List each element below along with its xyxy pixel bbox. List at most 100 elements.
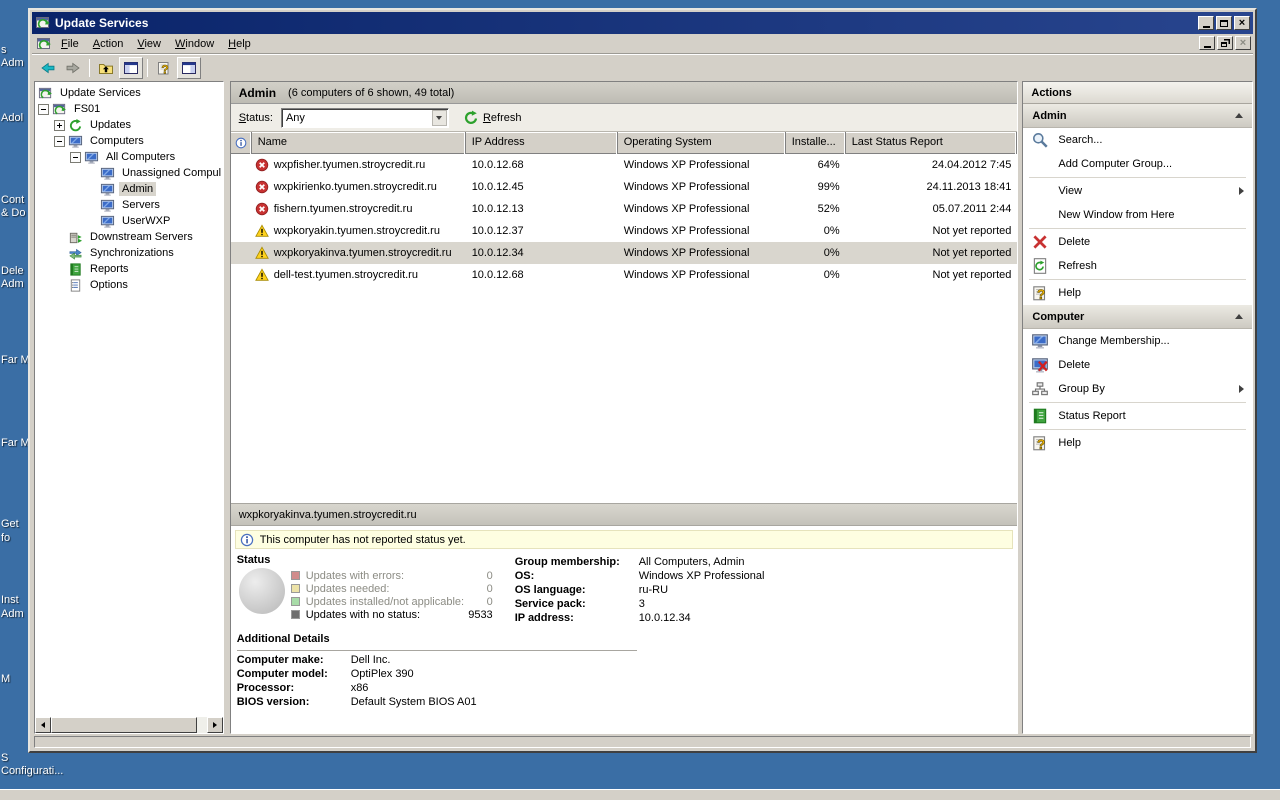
desktop-icon-label[interactable]: Configurati...	[1, 765, 63, 777]
table-row[interactable]: wxpfisher.tyumen.stroycredit.ru 10.0.12.…	[231, 154, 1018, 176]
tree-item-computers[interactable]: Computers	[35, 133, 223, 149]
menu-view[interactable]: View	[130, 35, 168, 53]
actions-group-admin[interactable]: Admin	[1023, 104, 1252, 128]
action-group-by[interactable]: Group By	[1023, 377, 1252, 401]
minimize-button[interactable]	[1198, 16, 1214, 30]
desktop-icon-label[interactable]: Far M	[1, 437, 30, 449]
tree-item-fs01[interactable]: FS01	[35, 101, 223, 117]
desktop-icon-label[interactable]: Far M	[1, 354, 30, 366]
column-status[interactable]	[231, 132, 252, 154]
detail-computer-name: wxpkoryakinva.tyumen.stroycredit.ru	[231, 504, 1018, 526]
show-console-tree-button[interactable]	[119, 57, 143, 79]
action-new-window[interactable]: New Window from Here	[1023, 203, 1252, 227]
os-language-value: ru-RU	[639, 584, 668, 596]
tree-item-unassigned-computers[interactable]: Unassigned Compul	[35, 165, 223, 181]
collapse-expander-icon[interactable]	[54, 136, 65, 147]
table-row[interactable]: wxpkirienko.tyumen.stroycredit.ru 10.0.1…	[231, 176, 1018, 198]
desktop-icon-label[interactable]: s	[1, 44, 7, 56]
table-row[interactable]: wxpkoryakin.tyumen.stroycredit.ru 10.0.1…	[231, 220, 1018, 242]
desktop-icon-label[interactable]: Adol	[1, 112, 23, 124]
table-row[interactable]: dell-test.tyumen.stroycredit.ru 10.0.12.…	[231, 264, 1018, 286]
tree-item-downstream-servers[interactable]: Downstream Servers	[35, 229, 223, 245]
up-one-level-button[interactable]	[94, 57, 118, 79]
menu-file[interactable]: File	[54, 35, 86, 53]
column-name[interactable]: Name	[252, 132, 466, 154]
forward-button[interactable]	[61, 57, 85, 79]
child-close-button[interactable]: ×	[1235, 36, 1251, 50]
taskbar[interactable]	[0, 789, 1280, 800]
desktop-icon-label[interactable]: Adm	[1, 278, 24, 290]
action-add-computer-group[interactable]: Add Computer Group...	[1023, 152, 1252, 176]
desktop-icon-label[interactable]: & Do	[1, 207, 25, 219]
title-bar[interactable]: Update Services ×	[32, 12, 1253, 34]
table-row-selected[interactable]: wxpkoryakinva.tyumen.stroycredit.ru 10.0…	[231, 242, 1018, 264]
legend-updates-needed: Updates needed: 0	[291, 582, 493, 595]
status-filter-dropdown[interactable]: Any	[281, 108, 449, 128]
scrollbar-thumb[interactable]	[51, 717, 197, 733]
table-row[interactable]: fishern.tyumen.stroycredit.ru 10.0.12.13…	[231, 198, 1018, 220]
menu-help[interactable]: Help	[221, 35, 258, 53]
column-operating-system[interactable]: Operating System	[618, 132, 786, 154]
help-button[interactable]	[152, 57, 176, 79]
show-action-pane-button[interactable]	[177, 57, 201, 79]
desktop-icon-label[interactable]: M	[1, 673, 10, 685]
desktop-icon-label[interactable]: Inst	[1, 594, 19, 606]
column-last-status-report[interactable]: Last Status Report	[846, 132, 1018, 154]
action-refresh[interactable]: Refresh	[1023, 254, 1252, 278]
refresh-page-icon	[1031, 257, 1049, 275]
desktop-icon-label[interactable]: Adm	[1, 608, 24, 620]
action-delete-computer[interactable]: Delete	[1023, 353, 1252, 377]
desktop-icon-label[interactable]: fo	[1, 532, 10, 544]
action-delete-group[interactable]: Delete	[1023, 230, 1252, 254]
collapse-section-icon[interactable]	[1235, 314, 1243, 319]
collapse-expander-icon[interactable]	[70, 152, 81, 163]
tree-item-update-services[interactable]: Update Services	[35, 85, 223, 101]
action-help-computer[interactable]: Help	[1023, 431, 1252, 455]
maximize-button[interactable]	[1216, 16, 1232, 30]
child-restore-button[interactable]	[1217, 36, 1233, 50]
expand-expander-icon[interactable]	[54, 120, 65, 131]
tree-item-servers[interactable]: Servers	[35, 197, 223, 213]
action-view[interactable]: View	[1023, 179, 1252, 203]
child-minimize-button[interactable]	[1199, 36, 1215, 50]
desktop-icon-label[interactable]: S	[1, 752, 8, 764]
scroll-left-icon[interactable]	[35, 717, 51, 733]
tree-item-admin[interactable]: Admin	[35, 181, 223, 197]
desktop-icon-label[interactable]: Cont	[1, 194, 24, 206]
tree-item-options[interactable]: Options	[35, 277, 223, 293]
action-status-report[interactable]: Status Report	[1023, 404, 1252, 428]
tree-item-synchronizations[interactable]: Synchronizations	[35, 245, 223, 261]
tree-item-updates[interactable]: Updates	[35, 117, 223, 133]
collapse-section-icon[interactable]	[1235, 113, 1243, 118]
refresh-button[interactable]: Refresh	[463, 110, 522, 126]
tree-horizontal-scrollbar[interactable]	[35, 717, 223, 733]
computer-model-value: OptiPlex 390	[351, 668, 414, 680]
close-button[interactable]: ×	[1234, 16, 1250, 30]
tree-item-userwxp[interactable]: UserWXP	[35, 213, 223, 229]
menu-action[interactable]: Action	[86, 35, 131, 53]
child-window-icon[interactable]	[36, 36, 52, 52]
service-pack-value: 3	[639, 598, 645, 610]
actions-pane: Actions Admin Search... Add Computer Gro…	[1022, 81, 1253, 734]
back-button[interactable]	[36, 57, 60, 79]
menu-bar: File Action View Window Help ×	[32, 34, 1253, 55]
info-icon	[235, 137, 247, 149]
desktop-icon-label[interactable]: Get	[1, 518, 19, 530]
desktop-icon-label[interactable]: Adm	[1, 57, 24, 69]
actions-group-computer[interactable]: Computer	[1023, 305, 1252, 329]
menu-window[interactable]: Window	[168, 35, 221, 53]
desktop-icon-label[interactable]: Dele	[1, 265, 24, 277]
chevron-down-icon[interactable]	[432, 110, 447, 126]
tree-item-reports[interactable]: Reports	[35, 261, 223, 277]
action-search[interactable]: Search...	[1023, 128, 1252, 152]
column-installed[interactable]: Installe...	[786, 132, 846, 154]
computer-make-value: Dell Inc.	[351, 654, 391, 666]
column-ip-address[interactable]: IP Address	[466, 132, 618, 154]
action-help-group[interactable]: Help	[1023, 281, 1252, 305]
scroll-right-icon[interactable]	[207, 717, 223, 733]
action-change-membership[interactable]: Change Membership...	[1023, 329, 1252, 353]
console-tree-pane: Update Services FS01 Updates Computers A	[34, 81, 224, 734]
tree-item-all-computers[interactable]: All Computers	[35, 149, 223, 165]
collapse-expander-icon[interactable]	[38, 104, 49, 115]
processor-label: Processor:	[237, 682, 294, 694]
